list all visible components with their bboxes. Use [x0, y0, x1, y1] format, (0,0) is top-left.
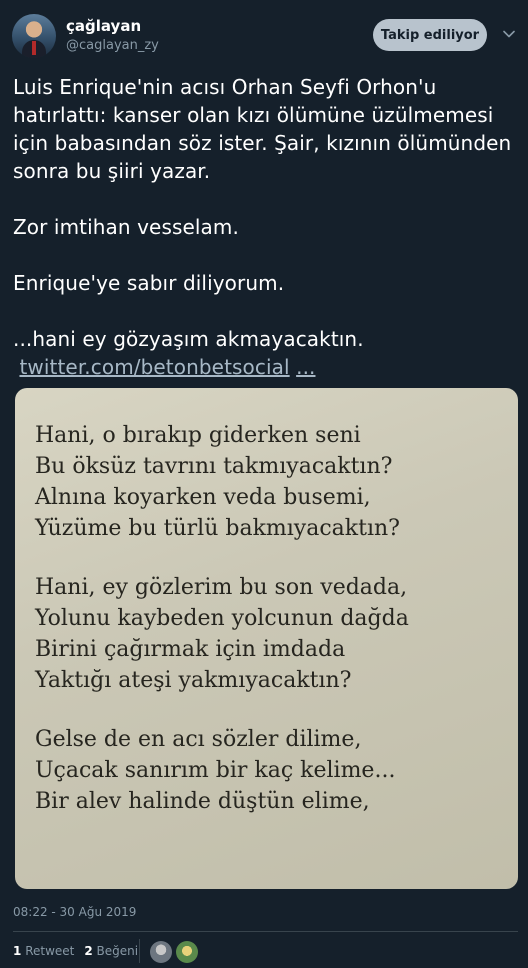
tweet-link-row: twitter.com/betonbetsocial ...: [13, 353, 513, 381]
divider: [13, 931, 518, 932]
poem-line: Alnına koyarken veda busemi,: [35, 485, 371, 510]
following-button[interactable]: Takip ediliyor: [373, 19, 487, 51]
chevron-down-icon[interactable]: [501, 26, 517, 42]
poem-stanza-1: Hani, o bırakıp giderken seni Bu öksüz t…: [35, 420, 505, 544]
liker-avatar[interactable]: [176, 941, 198, 963]
poem-text: Hani, o bırakıp giderken seni Bu öksüz t…: [35, 420, 505, 817]
tweet-paragraph-2: Zor imtihan vesselam.: [13, 215, 239, 239]
tweet-timestamp[interactable]: 08:22 - 30 Ağu 2019: [13, 905, 136, 919]
poem-line: Gelse de en acı sözler dilime,: [35, 727, 362, 752]
display-name[interactable]: çağlayan: [66, 17, 141, 35]
tweet-paragraph-3: Enrique'ye sabır diliyorum.: [13, 271, 285, 295]
tweet-text: Luis Enrique'nin acısı Orhan Seyfi Orhon…: [13, 73, 513, 381]
liker-avatar[interactable]: [150, 941, 172, 963]
stats-divider: [139, 939, 140, 963]
poem-line: Bir alev halinde düştün elime,: [35, 789, 370, 814]
poem-line: Hani, ey gözlerim bu son vedada,: [35, 575, 408, 600]
tweet-more-link[interactable]: ...: [296, 355, 315, 379]
like-label: Beğeni: [96, 944, 139, 958]
poem-line: Bu öksüz tavrını takmıyacaktın?: [35, 454, 393, 479]
avatar-tie: [32, 41, 36, 55]
tweet-header: çağlayan @caglayan_zy Takip ediliyor: [0, 0, 528, 70]
tweet-media-image[interactable]: Hani, o bırakıp giderken seni Bu öksüz t…: [15, 388, 518, 889]
poem-line: Yüzüme bu türlü bakmıyacaktın?: [35, 516, 400, 541]
poem-stanza-2: Hani, ey gözlerim bu son vedada, Yolunu …: [35, 572, 505, 696]
poem-line: Uçacak sanırım bir kaç kelime...: [35, 758, 396, 783]
like-stat[interactable]: 2 Beğeni: [84, 944, 138, 958]
poem-line: Birini çağırmak için imdada: [35, 637, 346, 662]
poem-line: Yaktığı ateşi yakmıyacaktın?: [35, 668, 352, 693]
user-avatar[interactable]: [12, 14, 56, 58]
poem-stanza-3: Gelse de en acı sözler dilime, Uçacak sa…: [35, 724, 505, 817]
retweet-stat[interactable]: 1 Retweet: [13, 944, 74, 958]
retweet-label: Retweet: [25, 944, 75, 958]
like-count: 2: [84, 944, 93, 958]
tweet-paragraph-4: ...hani ey gözyaşım akmayacaktın.: [13, 327, 364, 351]
poem-line: Yolunu kaybeden yolcunun dağda: [35, 606, 409, 631]
tweet-link[interactable]: twitter.com/betonbetsocial: [19, 355, 289, 379]
tweet-stats: 1 Retweet 2 Beğeni: [13, 944, 138, 958]
retweet-count: 1: [13, 944, 22, 958]
user-handle[interactable]: @caglayan_zy: [66, 38, 159, 53]
tweet-paragraph-1: Luis Enrique'nin acısı Orhan Seyfi Orhon…: [13, 75, 512, 183]
poem-line: Hani, o bırakıp giderken seni: [35, 423, 361, 448]
